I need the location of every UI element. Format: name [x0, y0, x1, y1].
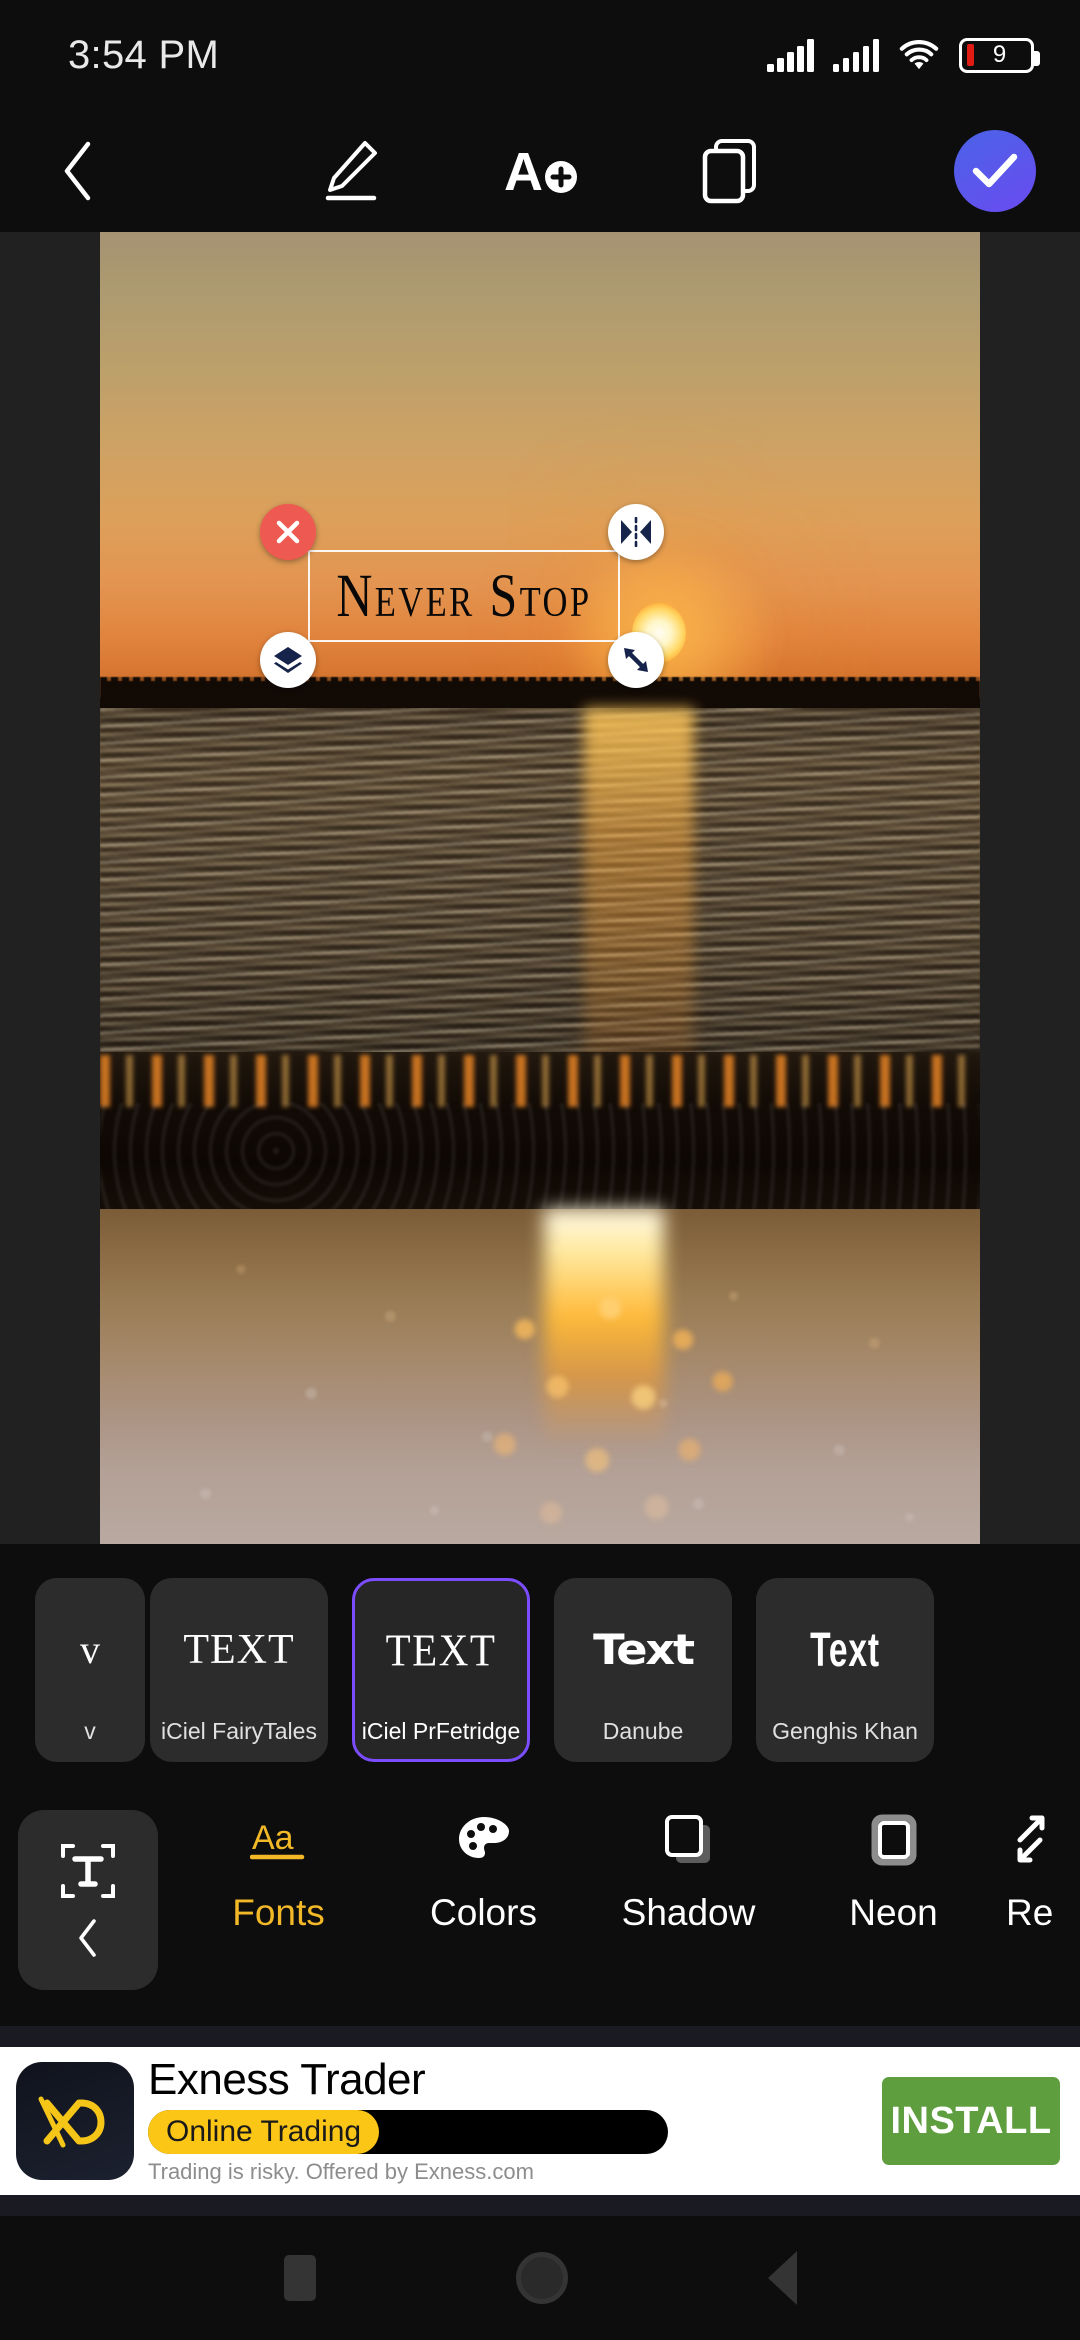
font-item-prfetridge[interactable]: TEXT iCiel PrFetridge	[352, 1578, 530, 1762]
tool-neon[interactable]: Neon	[791, 1810, 996, 1934]
font-sample: TEXT	[385, 1623, 497, 1676]
draw-button[interactable]	[301, 121, 401, 221]
back-button[interactable]	[28, 121, 128, 221]
signal-icon	[832, 38, 879, 72]
status-bar: 3:54 PM 9	[0, 0, 1080, 110]
ad-title: Exness Trader	[148, 2054, 426, 2104]
ad-tag-bar: Online Trading	[148, 2110, 668, 2155]
font-sample: TEXT	[183, 1626, 295, 1673]
battery-icon: 9	[959, 37, 1040, 73]
duplicate-layer-icon	[702, 139, 756, 204]
resize-arrows-icon	[1006, 1810, 1056, 1870]
checkmark-icon	[972, 153, 1018, 188]
ad-tag: Online Trading	[148, 2110, 380, 2155]
signal-icon	[767, 38, 814, 72]
font-name: iCiel FairyTales	[161, 1718, 317, 1744]
toolbar-actions: A	[301, 121, 781, 221]
layers-icon	[274, 647, 302, 673]
svg-text:A: A	[504, 142, 543, 202]
chevron-left-icon	[79, 1919, 96, 1957]
battery-percent: 9	[992, 41, 1007, 68]
add-text-icon: A	[504, 142, 577, 202]
text-tool-row[interactable]: Aa Fonts Colors Shadow Neon Re	[0, 1794, 1080, 2006]
flip-horizontal-icon	[621, 517, 651, 547]
photo-sunset-beach[interactable]: Never Stop	[100, 232, 980, 1544]
exness-logo-icon	[16, 2062, 134, 2180]
done-button[interactable]	[954, 130, 1036, 212]
font-item-partial[interactable]: v v	[35, 1578, 145, 1762]
text-tool-panel[interactable]	[18, 1810, 158, 1990]
wave-layer	[100, 1052, 980, 1223]
font-sample: Text	[593, 1625, 695, 1674]
tool-colors[interactable]: Colors	[381, 1810, 586, 1934]
tool-label: Re	[1006, 1892, 1054, 1933]
resize-diagonal-icon	[624, 648, 648, 672]
neon-icon	[866, 1810, 922, 1870]
ad-disclaimer: Trading is risky. Offered by Exness.com	[148, 2159, 534, 2185]
font-list[interactable]: v v TEXT iCiel FairyTales TEXT iCiel PrF…	[35, 1578, 934, 1762]
delete-handle[interactable]	[260, 504, 316, 560]
sand-bokeh-sparkles	[452, 1281, 782, 1544]
tool-shadow[interactable]: Shadow	[586, 1810, 791, 1934]
text-selection-box[interactable]: Never Stop	[308, 550, 620, 642]
layer-handle[interactable]	[260, 632, 316, 688]
triangle-back-icon[interactable]	[767, 2251, 797, 2305]
close-icon	[276, 520, 300, 544]
circle-icon[interactable]	[515, 2252, 568, 2304]
tool-fonts[interactable]: Aa Fonts	[176, 1810, 381, 1934]
font-item-fairytales[interactable]: TEXT iCiel FairyTales	[150, 1578, 328, 1762]
svg-text:Aa: Aa	[252, 1819, 294, 1857]
aa-font-icon: Aa	[249, 1810, 308, 1870]
font-item-danube[interactable]: Text Danube	[554, 1578, 732, 1762]
add-text-button[interactable]: A	[491, 121, 591, 221]
tool-label: Neon	[849, 1892, 938, 1933]
status-icons: 9	[767, 37, 1040, 73]
sea-layer	[100, 708, 980, 1063]
text-frame-icon	[61, 1844, 115, 1898]
app-root: 3:54 PM 9 A Never Stop v v TEXT iCiel Fa…	[0, 0, 1080, 2340]
ad-banner[interactable]: Exness Trader Online Trading Trading is …	[0, 2047, 1080, 2195]
editor-canvas[interactable]: Never Stop	[0, 232, 1080, 1544]
resize-handle[interactable]	[608, 632, 664, 688]
tool-label: Shadow	[621, 1892, 756, 1933]
status-clock: 3:54 PM	[68, 32, 220, 77]
overlay-text[interactable]: Never Stop	[336, 561, 591, 631]
font-name: v	[84, 1718, 96, 1744]
android-nav-bar	[0, 2216, 1080, 2340]
layers-button[interactable]	[681, 121, 781, 221]
square-icon[interactable]	[283, 2255, 316, 2301]
font-name: Danube	[602, 1718, 684, 1744]
pencil-icon	[325, 141, 377, 201]
font-sample: Text	[810, 1621, 880, 1676]
shadow-icon	[661, 1810, 717, 1870]
sun-reflection-path	[584, 708, 694, 1063]
tool-list[interactable]: Aa Fonts Colors Shadow Neon Re	[176, 1810, 1080, 1934]
font-item-genghiskhan[interactable]: Text Genghis Khan	[756, 1578, 934, 1762]
ad-text-block: Exness Trader Online Trading Trading is …	[134, 2054, 882, 2185]
font-carousel[interactable]: v v TEXT iCiel FairyTales TEXT iCiel PrF…	[0, 1544, 1080, 1794]
chevron-left-icon	[64, 141, 91, 201]
palette-icon	[456, 1810, 512, 1870]
tool-label: Fonts	[232, 1892, 325, 1933]
font-sample: v	[80, 1627, 100, 1672]
install-button[interactable]: INSTALL	[882, 2077, 1060, 2165]
wifi-icon	[899, 40, 939, 70]
top-toolbar: A	[0, 110, 1080, 232]
flip-handle[interactable]	[608, 504, 664, 560]
ad-container: Exness Trader Online Trading Trading is …	[0, 2026, 1080, 2216]
tool-label: Colors	[430, 1892, 537, 1933]
tool-resize[interactable]: Re	[996, 1810, 1080, 1934]
